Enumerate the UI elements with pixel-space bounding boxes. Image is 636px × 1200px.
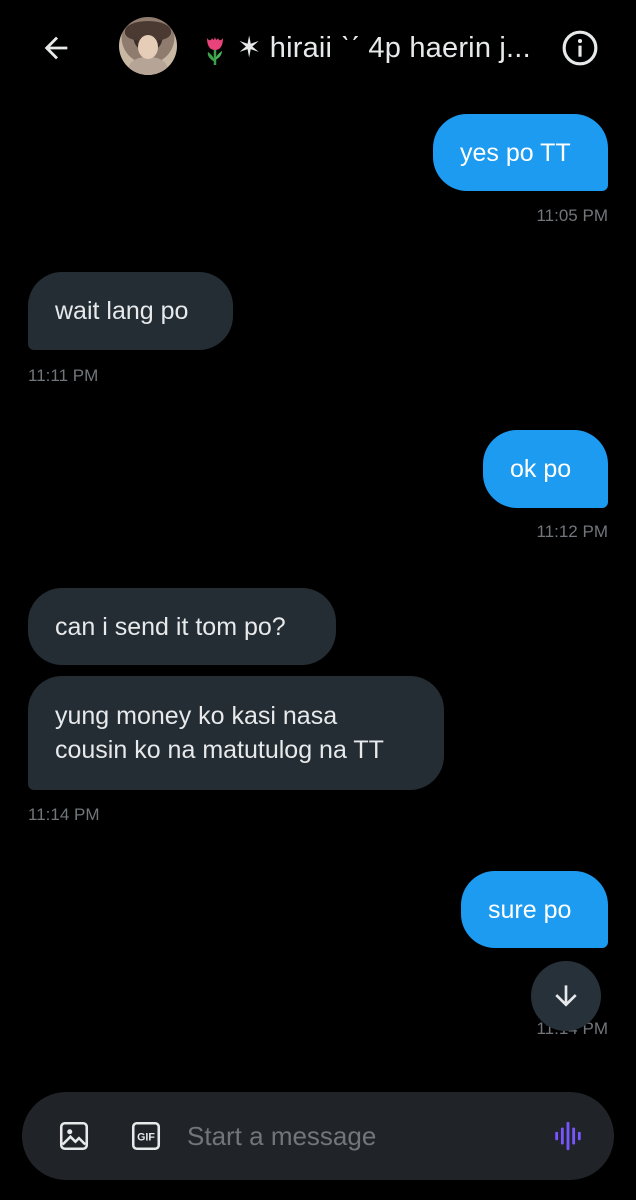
message-bubble-sent[interactable]: sure po [461, 871, 608, 948]
message-text: can i send it tom po? [55, 612, 286, 641]
voice-icon [555, 1121, 581, 1151]
message-text: wait lang po [55, 297, 189, 325]
dm-conversation-screen: ✶ hiraii ˋˊ 4p haerin j... yes po TT 11:… [0, 0, 636, 1200]
message-bubble-sent[interactable]: yes po TT [433, 114, 608, 191]
conversation-header: ✶ hiraii ˋˊ 4p haerin j... [0, 0, 636, 96]
message-timestamp: 11:12 PM [536, 522, 608, 541]
message-text: ok po [510, 455, 572, 483]
conversation-title[interactable]: ✶ hiraii ˋˊ 4p haerin j... [201, 26, 551, 70]
message-bubble-received[interactable]: wait lang po [28, 272, 233, 350]
arrow-left-icon [44, 36, 68, 60]
back-button[interactable] [32, 24, 80, 72]
message-bubble-received[interactable]: yung money ko kasi nasa cousin ko na mat… [28, 676, 444, 790]
add-image-button[interactable] [54, 1116, 94, 1156]
info-button[interactable] [560, 28, 600, 68]
gif-icon: GIF [131, 1121, 161, 1151]
add-gif-button[interactable]: GIF [126, 1116, 166, 1156]
arrow-down-icon [555, 985, 577, 1007]
image-icon [59, 1121, 89, 1151]
message-timestamp: 11:05 PM [536, 206, 608, 225]
message-input[interactable] [187, 1114, 517, 1158]
avatar[interactable] [119, 17, 177, 75]
conversation-title-text: ✶ hiraii ˋˊ 4p haerin j... [237, 32, 531, 64]
voice-message-button[interactable] [548, 1116, 588, 1156]
message-composer: GIF [22, 1092, 614, 1180]
message-timestamp: 11:11 PM [28, 366, 99, 385]
message-timestamp: 11:14 PM [28, 805, 100, 824]
message-text-line: yung money ko kasi nasa [55, 702, 338, 730]
svg-text:GIF: GIF [137, 1132, 155, 1144]
message-text: sure po [488, 895, 572, 924]
message-text-line: cousin ko na matutulog na TT [55, 736, 384, 764]
message-bubble-sent[interactable]: ok po [483, 430, 608, 508]
message-bubble-received[interactable]: can i send it tom po? [28, 588, 336, 665]
tulip-icon [207, 37, 223, 66]
message-text: yes po TT [460, 138, 571, 167]
scroll-to-bottom-button[interactable] [531, 961, 601, 1031]
info-icon [562, 30, 598, 66]
